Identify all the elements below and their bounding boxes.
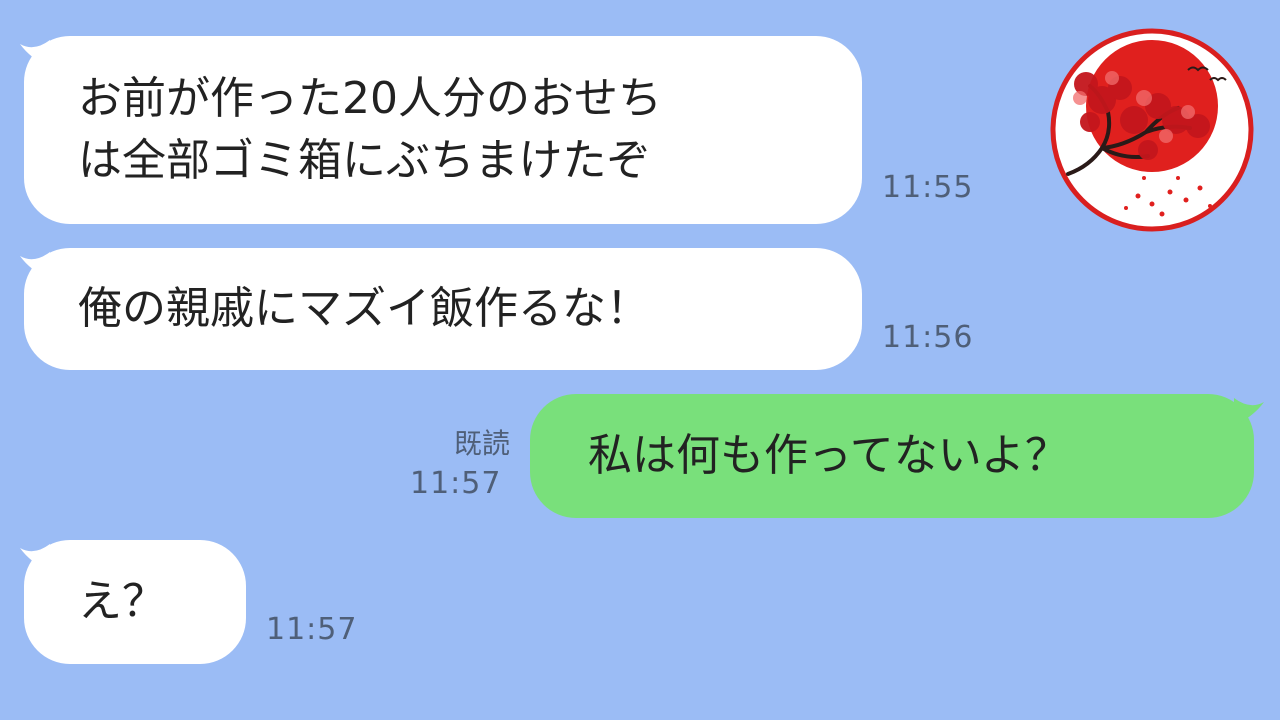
avatar[interactable] [1050,28,1254,232]
incoming-message[interactable]: え？ [24,540,246,664]
message-text-line: お前が作った20人分のおせち [78,73,662,124]
chat-screen: お前が作った20人分のおせち は全部ゴミ箱にぶちまけたぞ 11:55 俺の親戚に… [0,0,1280,720]
incoming-message[interactable]: 俺の親戚にマズイ飯作るな！ [24,248,862,370]
read-receipt: 既読 [453,427,510,460]
message-timestamp: 11:55 [882,170,974,205]
message-timestamp: 11:56 [882,320,974,355]
message-text-line: 俺の親戚にマズイ飯作るな！ [78,283,650,334]
bubble-tail [1234,398,1264,426]
message-text-line: え？ [78,576,166,627]
outgoing-message[interactable]: 私は何も作ってないよ？ [530,394,1254,518]
incoming-message[interactable]: お前が作った20人分のおせち は全部ゴミ箱にぶちまけたぞ [24,36,862,224]
message-timestamp: 11:57 [410,466,502,501]
message-text-line: 私は何も作ってないよ？ [588,430,1069,481]
message-text-line: は全部ゴミ箱にぶちまけたぞ [78,135,651,186]
message-timestamp: 11:57 [266,612,358,647]
rising-sun-tree-icon [1050,28,1254,232]
